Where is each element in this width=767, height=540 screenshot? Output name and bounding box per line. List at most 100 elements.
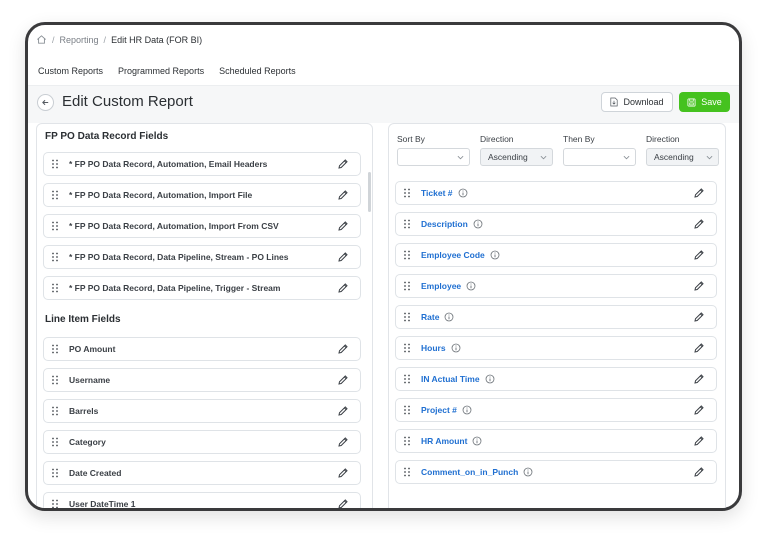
direction2-select[interactable]: Ascending — [646, 148, 719, 166]
sort-by-select[interactable] — [397, 148, 470, 166]
save-button[interactable]: Save — [679, 92, 730, 112]
drag-handle-icon[interactable] — [403, 219, 411, 229]
field-label[interactable]: Comment_on_in_Punch — [421, 467, 518, 477]
pencil-icon[interactable] — [693, 466, 705, 478]
info-icon[interactable] — [472, 436, 482, 446]
info-icon[interactable] — [473, 219, 483, 229]
field-row[interactable]: Barrels — [43, 399, 361, 423]
drag-handle-icon[interactable] — [51, 468, 59, 478]
field-row[interactable]: * FP PO Data Record, Data Pipeline, Stre… — [43, 245, 361, 269]
drag-handle-icon[interactable] — [51, 406, 59, 416]
direction-select[interactable]: Ascending — [480, 148, 553, 166]
drag-handle-icon[interactable] — [51, 499, 59, 508]
drag-handle-icon[interactable] — [51, 252, 59, 262]
info-icon[interactable] — [490, 250, 500, 260]
info-icon[interactable] — [458, 188, 468, 198]
field-row[interactable]: * FP PO Data Record, Automation, Import … — [43, 183, 361, 207]
drag-handle-icon[interactable] — [51, 283, 59, 293]
info-icon[interactable] — [462, 405, 472, 415]
drag-handle-icon[interactable] — [403, 343, 411, 353]
field-label[interactable]: HR Amount — [421, 436, 467, 446]
drag-handle-icon[interactable] — [403, 405, 411, 415]
field-label[interactable]: Project # — [421, 405, 457, 415]
info-icon[interactable] — [485, 374, 495, 384]
tab-programmed-reports[interactable]: Programmed Reports — [118, 66, 204, 76]
selected-field-row[interactable]: Rate — [395, 305, 717, 329]
drag-handle-icon[interactable] — [51, 437, 59, 447]
pencil-icon[interactable] — [693, 342, 705, 354]
field-row[interactable]: Date Created — [43, 461, 361, 485]
field-row[interactable]: * FP PO Data Record, Automation, Email H… — [43, 152, 361, 176]
pencil-icon[interactable] — [337, 374, 349, 386]
pencil-icon[interactable] — [693, 311, 705, 323]
field-row[interactable]: * FP PO Data Record, Automation, Import … — [43, 214, 361, 238]
field-label: PO Amount — [69, 344, 116, 354]
field-label[interactable]: Ticket # — [421, 188, 453, 198]
left-panel-scrollbar[interactable] — [368, 172, 371, 212]
info-icon[interactable] — [444, 312, 454, 322]
field-label[interactable]: Employee — [421, 281, 461, 291]
info-icon[interactable] — [451, 343, 461, 353]
selected-field-row[interactable]: Comment_on_in_Punch — [395, 460, 717, 484]
download-button[interactable]: Download — [601, 92, 673, 112]
pencil-icon[interactable] — [337, 343, 349, 355]
pencil-icon[interactable] — [693, 218, 705, 230]
drag-handle-icon[interactable] — [403, 467, 411, 477]
field-row[interactable]: PO Amount — [43, 337, 361, 361]
drag-handle-icon[interactable] — [51, 159, 59, 169]
field-row[interactable]: Category — [43, 430, 361, 454]
field-label: * FP PO Data Record, Data Pipeline, Trig… — [69, 283, 281, 293]
pencil-icon[interactable] — [337, 498, 349, 508]
info-icon[interactable] — [466, 281, 476, 291]
pencil-icon[interactable] — [337, 220, 349, 232]
drag-handle-icon[interactable] — [51, 344, 59, 354]
selected-field-row[interactable]: Description — [395, 212, 717, 236]
tab-scheduled-reports[interactable]: Scheduled Reports — [219, 66, 296, 76]
selected-field-row[interactable]: IN Actual Time — [395, 367, 717, 391]
field-row[interactable]: User DateTime 1 — [43, 492, 361, 508]
save-label: Save — [701, 97, 722, 107]
pencil-icon[interactable] — [693, 187, 705, 199]
selected-field-row[interactable]: Employee — [395, 274, 717, 298]
field-label[interactable]: IN Actual Time — [421, 374, 480, 384]
field-row[interactable]: * FP PO Data Record, Data Pipeline, Trig… — [43, 276, 361, 300]
field-label[interactable]: Hours — [421, 343, 446, 353]
selected-field-row[interactable]: Hours — [395, 336, 717, 360]
pencil-icon[interactable] — [337, 251, 349, 263]
drag-handle-icon[interactable] — [403, 281, 411, 291]
home-icon[interactable] — [36, 34, 47, 45]
pencil-icon[interactable] — [337, 282, 349, 294]
tab-custom-reports[interactable]: Custom Reports — [38, 66, 103, 76]
pencil-icon[interactable] — [337, 405, 349, 417]
field-label[interactable]: Rate — [421, 312, 439, 322]
back-button[interactable] — [37, 94, 54, 111]
drag-handle-icon[interactable] — [403, 188, 411, 198]
selected-field-row[interactable]: Project # — [395, 398, 717, 422]
section-title-fp-po: FP PO Data Record Fields — [45, 131, 169, 142]
field-label[interactable]: Employee Code — [421, 250, 485, 260]
breadcrumb-reporting[interactable]: Reporting — [60, 35, 99, 45]
selected-field-row[interactable]: Employee Code — [395, 243, 717, 267]
pencil-icon[interactable] — [337, 189, 349, 201]
drag-handle-icon[interactable] — [403, 374, 411, 384]
field-row[interactable]: Username — [43, 368, 361, 392]
drag-handle-icon[interactable] — [403, 312, 411, 322]
drag-handle-icon[interactable] — [51, 221, 59, 231]
pencil-icon[interactable] — [693, 435, 705, 447]
selected-field-row[interactable]: Ticket # — [395, 181, 717, 205]
pencil-icon[interactable] — [337, 158, 349, 170]
pencil-icon[interactable] — [693, 404, 705, 416]
pencil-icon[interactable] — [693, 280, 705, 292]
pencil-icon[interactable] — [337, 436, 349, 448]
pencil-icon[interactable] — [693, 249, 705, 261]
drag-handle-icon[interactable] — [403, 436, 411, 446]
then-by-select[interactable] — [563, 148, 636, 166]
field-label[interactable]: Description — [421, 219, 468, 229]
drag-handle-icon[interactable] — [403, 250, 411, 260]
drag-handle-icon[interactable] — [51, 190, 59, 200]
selected-field-row[interactable]: HR Amount — [395, 429, 717, 453]
info-icon[interactable] — [523, 467, 533, 477]
pencil-icon[interactable] — [693, 373, 705, 385]
drag-handle-icon[interactable] — [51, 375, 59, 385]
pencil-icon[interactable] — [337, 467, 349, 479]
